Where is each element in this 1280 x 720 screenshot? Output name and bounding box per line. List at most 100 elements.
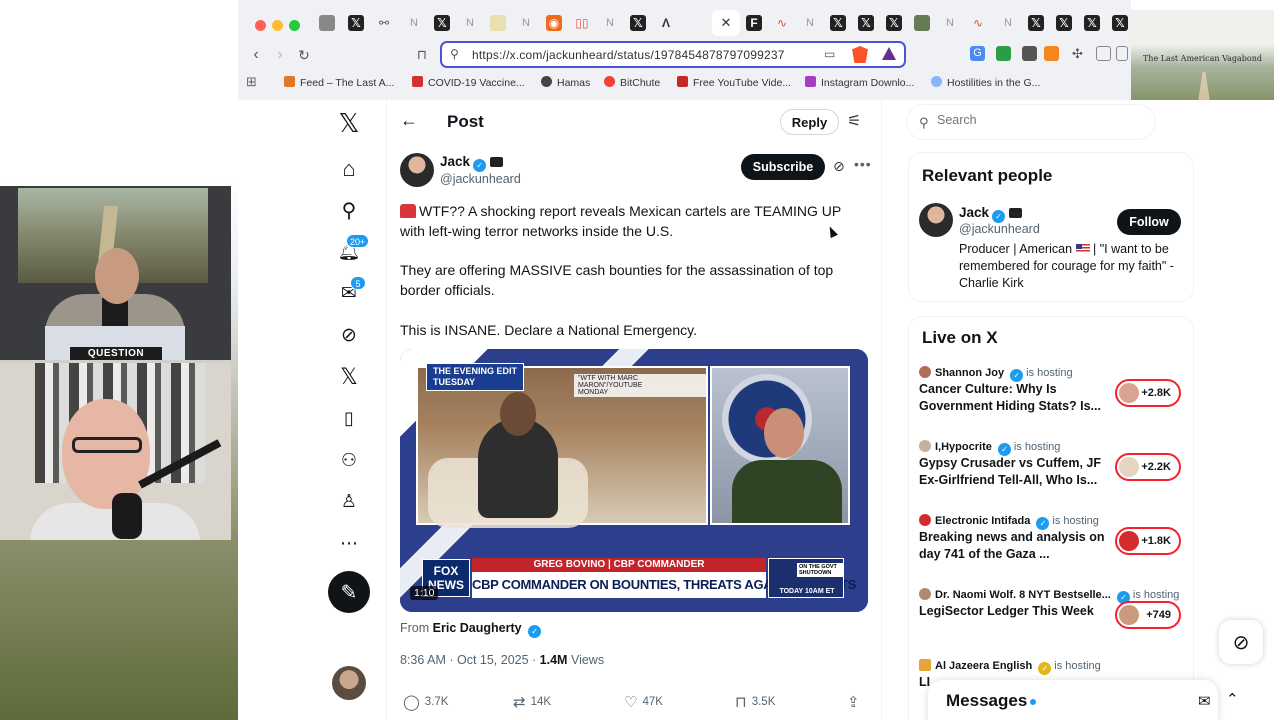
tab-n-icon[interactable]: N	[462, 15, 478, 31]
from-name[interactable]: Eric Daugherty	[433, 621, 522, 635]
bookmark-item[interactable]: BitChute	[604, 76, 660, 89]
minimize-window-button[interactable]	[272, 20, 283, 31]
grok-explain-icon[interactable]: ⊘	[833, 158, 845, 175]
active-tab-close-icon[interactable]: ✕	[712, 10, 740, 36]
tab-rss-icon[interactable]: ◉	[546, 15, 562, 31]
site-settings-icon[interactable]: ⚲	[450, 47, 459, 61]
bookmark-item[interactable]: Hostilities in the G...	[931, 76, 1040, 89]
reload-icon[interactable]: ↻	[294, 45, 314, 65]
tab-x-icon[interactable]: 𝕏	[830, 15, 846, 31]
settings-sliders-icon[interactable]: ⚟	[847, 111, 861, 131]
follow-button[interactable]: Follow	[1117, 209, 1181, 235]
reply-action[interactable]: ◯ 3.7K	[403, 693, 448, 711]
tab-x-icon[interactable]: 𝕏	[434, 15, 450, 31]
url-text[interactable]: https://x.com/jackunheard/status/1978454…	[472, 48, 785, 62]
tab-reader-icon[interactable]: ▯▯	[574, 15, 590, 31]
tab-squiggle-icon[interactable]: ∿	[774, 15, 790, 31]
wallet-icon[interactable]	[1096, 46, 1111, 61]
tab-x-icon[interactable]: 𝕏	[348, 15, 364, 31]
x-logo-icon[interactable]: 𝕏	[328, 102, 370, 144]
relevant-name-row[interactable]: Jack ✓	[959, 205, 1023, 223]
messages-envelope-icon[interactable]: ✉ 5	[328, 272, 370, 314]
tab-x-icon[interactable]: 𝕏	[1056, 15, 1072, 31]
tab-x-icon[interactable]: 𝕏	[1028, 15, 1044, 31]
tab-squiggle-icon[interactable]: ∿	[970, 15, 986, 31]
explore-search-icon[interactable]: ⚲	[328, 189, 370, 231]
messages-drawer[interactable]: Messages ✉ ⌃	[928, 680, 1239, 720]
tab-x-icon[interactable]: 𝕏	[858, 15, 874, 31]
address-bar[interactable]: ⚲ https://x.com/jackunheard/status/19784…	[440, 41, 906, 68]
author-avatar[interactable]	[400, 153, 434, 187]
grok-floating-icon[interactable]: ⊘	[1219, 620, 1263, 664]
tab-photo-icon[interactable]	[914, 15, 930, 31]
bookmark-page-icon[interactable]: ⊓	[412, 45, 432, 65]
more-options-icon[interactable]: •••	[854, 156, 872, 172]
repost-action[interactable]: ⇄ 14K	[513, 693, 551, 711]
tab-n-icon[interactable]: N	[1000, 15, 1016, 31]
video-player[interactable]: "WTF WITH MARC MARON"/YOUTUBE MONDAY THE …	[400, 349, 868, 612]
relevant-handle[interactable]: @jackunheard	[959, 222, 1040, 236]
search-box[interactable]: ⚲	[906, 104, 1156, 140]
tab-x-icon[interactable]: 𝕏	[1084, 15, 1100, 31]
tab-favicon-image-icon[interactable]	[319, 15, 335, 31]
bookmarks-icon[interactable]: ▯	[328, 397, 370, 439]
author-handle[interactable]: @jackunheard	[440, 172, 521, 186]
tab-n-icon[interactable]: N	[802, 15, 818, 31]
profile-icon[interactable]: ♙	[328, 480, 370, 522]
premium-x-icon[interactable]: 𝕏	[328, 356, 370, 398]
tab-x-icon[interactable]: 𝕏	[630, 15, 646, 31]
like-action[interactable]: ♡ 47K	[624, 693, 663, 711]
metamask-extension-icon[interactable]	[1044, 46, 1059, 61]
evernote-extension-icon[interactable]	[996, 46, 1011, 61]
brave-shields-icon[interactable]	[852, 46, 868, 63]
author-name[interactable]: Jack	[440, 154, 470, 169]
extension-icon[interactable]	[1022, 46, 1037, 61]
maximize-window-button[interactable]	[289, 20, 300, 31]
tab-n-icon[interactable]: N	[406, 15, 422, 31]
tab-n-icon[interactable]: N	[602, 15, 618, 31]
relevant-name[interactable]: Jack	[959, 205, 989, 220]
tab-link-icon[interactable]: ⚯	[376, 15, 392, 31]
bookmark-item[interactable]: Free YouTube Vide...	[677, 76, 791, 89]
bookmark-item[interactable]: Instagram Downlo...	[805, 76, 914, 89]
tab-f-icon[interactable]: F	[746, 15, 762, 31]
bookmark-item[interactable]: Feed – The Last A...	[284, 76, 394, 89]
timestamp-text[interactable]: 8:36 AM · Oct 15, 2025 ·	[400, 653, 536, 667]
listener-count-pill[interactable]: +1.8K	[1115, 527, 1181, 555]
bookmark-action[interactable]: ⊓ 3.5K	[735, 693, 775, 711]
listener-count-pill[interactable]: +2.8K	[1115, 379, 1181, 407]
grok-icon[interactable]: ⊘	[328, 314, 370, 356]
author-name-row[interactable]: Jack ✓	[440, 154, 504, 172]
bookmark-item[interactable]: COVID-19 Vaccine...	[412, 76, 525, 89]
tab-x-icon[interactable]: 𝕏	[1112, 15, 1128, 31]
puzzle-extensions-icon[interactable]: ✣	[1070, 46, 1085, 61]
tab-n-icon[interactable]: N	[518, 15, 534, 31]
forward-icon[interactable]: ›	[270, 45, 290, 65]
sidebar-toggle-icon[interactable]	[1116, 46, 1128, 61]
share-action[interactable]: ⇪	[847, 693, 860, 711]
home-icon[interactable]: ⌂	[328, 148, 370, 190]
listener-count-pill[interactable]: +749	[1115, 601, 1181, 629]
compose-post-icon[interactable]: ✎	[328, 571, 370, 613]
new-message-icon[interactable]: ✉	[1198, 692, 1211, 710]
translate-extension-icon[interactable]: G	[970, 46, 985, 61]
close-window-button[interactable]	[255, 20, 266, 31]
expand-chevron-icon[interactable]: ⌃	[1226, 690, 1239, 708]
cast-icon[interactable]: ▭	[824, 47, 835, 61]
account-avatar[interactable]	[332, 666, 366, 700]
brave-rewards-icon[interactable]	[882, 47, 896, 60]
tab-triangle-icon[interactable]: Λ	[658, 15, 674, 31]
subscribe-button[interactable]: Subscribe	[741, 154, 825, 180]
tab-n-icon[interactable]: N	[942, 15, 958, 31]
more-circle-icon[interactable]: ⋯	[328, 522, 370, 564]
reply-button[interactable]: Reply	[780, 109, 839, 135]
notifications-bell-icon[interactable]: 🔔︎ 20+	[328, 230, 370, 272]
tab-x-icon[interactable]: 𝕏	[886, 15, 902, 31]
apps-grid-icon[interactable]: ⊞	[246, 74, 257, 90]
back-icon[interactable]: ‹	[246, 45, 266, 65]
communities-icon[interactable]: ⚇	[328, 439, 370, 481]
search-input[interactable]	[937, 113, 1137, 127]
bookmark-item[interactable]: Hamas	[541, 76, 590, 89]
relevant-avatar[interactable]	[919, 203, 953, 237]
tab-document-icon[interactable]	[490, 15, 506, 31]
